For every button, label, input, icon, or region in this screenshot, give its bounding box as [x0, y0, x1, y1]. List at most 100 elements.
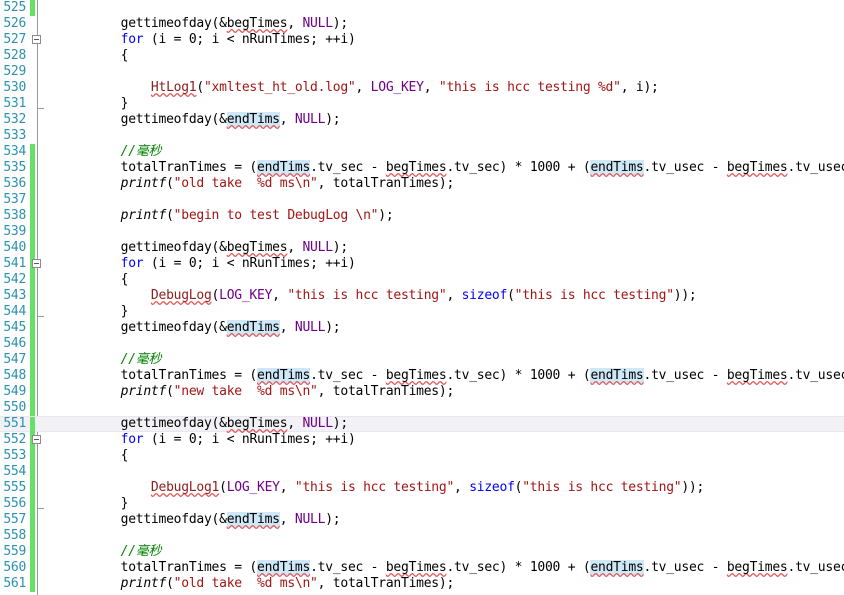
code-identifier: totalTranTimes — [332, 384, 439, 399]
code-line[interactable]: 535 totalTranTimes = (endTims.tv_sec - b… — [0, 160, 844, 176]
fold-collapse-icon[interactable] — [32, 35, 41, 44]
line-number: 535 — [3, 160, 26, 175]
code-text[interactable]: DebugLog(LOG_KEY, "this is hcc testing",… — [60, 288, 697, 304]
code-identifier: begTimes — [385, 368, 447, 383]
code-identifier: tv_usec — [651, 368, 705, 383]
code-line[interactable]: 556 } — [0, 496, 844, 512]
code-line[interactable]: 531 } — [0, 96, 844, 112]
code-line[interactable]: 548 totalTranTimes = (endTims.tv_sec - b… — [0, 368, 844, 384]
code-line[interactable]: 534 //毫秒 — [0, 144, 844, 160]
change-marker-none — [30, 64, 35, 80]
code-line[interactable]: 532 gettimeofday(&endTims, NULL); — [0, 112, 844, 128]
code-identifier: tv_sec — [454, 160, 500, 175]
code-line[interactable]: 544 } — [0, 304, 844, 320]
code-line[interactable]: 526 gettimeofday(&begTimes, NULL); — [0, 16, 844, 32]
code-macro: NULL — [294, 320, 326, 335]
code-line[interactable]: 543 DebugLog(LOG_KEY, "this is hcc testi… — [0, 288, 844, 304]
code-line[interactable]: 536 printf("old take %d ms\n", totalTran… — [0, 176, 844, 192]
code-text[interactable]: printf("new take %d ms\n", totalTranTime… — [60, 384, 455, 400]
code-text[interactable]: HtLog1("xmltest_ht_old.log", LOG_KEY, "t… — [60, 80, 659, 96]
code-line[interactable]: 557 gettimeofday(&endTims, NULL); — [0, 512, 844, 528]
code-line-current[interactable]: 551 gettimeofday(&begTimes, NULL); — [0, 416, 844, 433]
fold-collapse-icon[interactable] — [32, 259, 41, 268]
code-text[interactable]: { — [60, 272, 129, 288]
code-identifier: i — [158, 432, 167, 447]
line-number: 556 — [3, 496, 26, 511]
code-line[interactable]: 559 //毫秒 — [0, 544, 844, 560]
code-line[interactable]: 553 { — [0, 448, 844, 464]
code-text[interactable]: //毫秒 — [60, 352, 162, 368]
code-text[interactable]: printf("old take %d ms\n", totalTranTime… — [60, 176, 455, 192]
code-text[interactable]: gettimeofday(&begTimes, NULL); — [60, 416, 349, 431]
code-line[interactable]: 561 printf("old take %d ms\n", totalTran… — [0, 576, 844, 592]
fold-collapse-icon[interactable] — [32, 435, 41, 444]
code-line[interactable]: 529 — [0, 64, 844, 80]
code-line[interactable]: 555 DebugLog1(LOG_KEY, "this is hcc test… — [0, 480, 844, 496]
string-literal: "this is hcc testing" — [522, 480, 682, 495]
code-comment: //毫秒 — [120, 144, 162, 159]
code-text[interactable]: } — [60, 304, 129, 320]
code-comment: //毫秒 — [120, 352, 162, 367]
code-text[interactable]: gettimeofday(&begTimes, NULL); — [60, 16, 349, 32]
code-text[interactable]: } — [60, 496, 129, 512]
string-literal: "old take %d ms\n" — [173, 576, 318, 591]
code-line[interactable]: 538 printf("begin to test DebugLog \n"); — [0, 208, 844, 224]
code-text[interactable]: gettimeofday(&endTims, NULL); — [60, 320, 341, 336]
code-line[interactable]: 541 for (i = 0; i < nRunTimes; ++i) — [0, 256, 844, 272]
code-line[interactable]: 549 printf("new take %d ms\n", totalTran… — [0, 384, 844, 400]
change-marker-unsaved — [30, 144, 35, 160]
code-line[interactable]: 533 — [0, 128, 844, 144]
line-number: 547 — [3, 352, 26, 367]
code-line[interactable]: 546 — [0, 336, 844, 352]
code-line[interactable]: 550 — [0, 400, 844, 416]
code-text[interactable]: //毫秒 — [60, 544, 162, 560]
code-text[interactable]: for (i = 0; i < nRunTimes; ++i) — [60, 432, 356, 448]
line-number: 536 — [3, 176, 26, 191]
code-line[interactable]: 540 gettimeofday(&begTimes, NULL); — [0, 240, 844, 256]
code-text[interactable]: for (i = 0; i < nRunTimes; ++i) — [60, 32, 356, 48]
code-editor[interactable]: 525 526 gettimeofday(&begTimes, NULL); 527… — [0, 0, 844, 595]
change-marker-unsaved — [30, 224, 35, 240]
code-identifier: gettimeofday — [120, 112, 212, 127]
code-line[interactable]: 525 — [0, 0, 844, 16]
code-identifier: endTims — [590, 160, 644, 175]
line-number: 538 — [3, 208, 26, 223]
code-text[interactable]: gettimeofday(&endTims, NULL); — [60, 112, 341, 128]
code-text[interactable]: totalTranTimes = (endTims.tv_sec - begTi… — [60, 368, 844, 384]
code-text[interactable]: printf("old take %d ms\n", totalTranTime… — [60, 576, 455, 592]
line-number: 543 — [3, 288, 26, 303]
code-identifier: i — [158, 32, 167, 47]
code-keyword: for — [120, 32, 144, 47]
code-text[interactable]: gettimeofday(&endTims, NULL); — [60, 512, 341, 528]
code-text[interactable]: for (i = 0; i < nRunTimes; ++i) — [60, 256, 356, 272]
code-line[interactable]: 554 — [0, 464, 844, 480]
code-line[interactable]: 530 HtLog1("xmltest_ht_old.log", LOG_KEY… — [0, 80, 844, 96]
code-line[interactable]: 547 //毫秒 — [0, 352, 844, 368]
line-number: 525 — [3, 0, 26, 15]
code-line[interactable]: 527 for (i = 0; i < nRunTimes; ++i) — [0, 32, 844, 48]
code-text[interactable]: totalTranTimes = (endTims.tv_sec - begTi… — [60, 560, 844, 576]
code-text[interactable]: //毫秒 — [60, 144, 162, 160]
code-text[interactable]: } — [60, 96, 129, 112]
code-text[interactable]: printf("begin to test DebugLog \n"); — [60, 208, 394, 224]
code-text[interactable]: { — [60, 48, 129, 64]
code-line[interactable]: 537 — [0, 192, 844, 208]
code-line[interactable]: 558 — [0, 528, 844, 544]
code-text[interactable]: { — [60, 448, 129, 464]
code-line[interactable]: 560 totalTranTimes = (endTims.tv_sec - b… — [0, 560, 844, 576]
code-line[interactable]: 542 { — [0, 272, 844, 288]
code-line[interactable]: 552 for (i = 0; i < nRunTimes; ++i) — [0, 432, 844, 448]
code-text[interactable]: gettimeofday(&begTimes, NULL); — [60, 240, 349, 256]
code-text[interactable]: totalTranTimes = (endTims.tv_sec - begTi… — [60, 160, 844, 176]
code-text[interactable]: DebugLog1(LOG_KEY, "this is hcc testing"… — [60, 480, 704, 496]
code-line[interactable]: 539 — [0, 224, 844, 240]
line-number: 544 — [3, 304, 26, 319]
line-number: 555 — [3, 480, 26, 495]
code-line[interactable]: 545 gettimeofday(&endTims, NULL); — [0, 320, 844, 336]
line-number: 537 — [3, 192, 26, 207]
code-macro: NULL — [302, 416, 333, 431]
code-rows-container[interactable]: 525 526 gettimeofday(&begTimes, NULL); 527… — [0, 0, 844, 595]
change-marker-unsaved — [30, 272, 35, 288]
code-line[interactable]: 528 { — [0, 48, 844, 64]
code-identifier: i — [211, 32, 220, 47]
